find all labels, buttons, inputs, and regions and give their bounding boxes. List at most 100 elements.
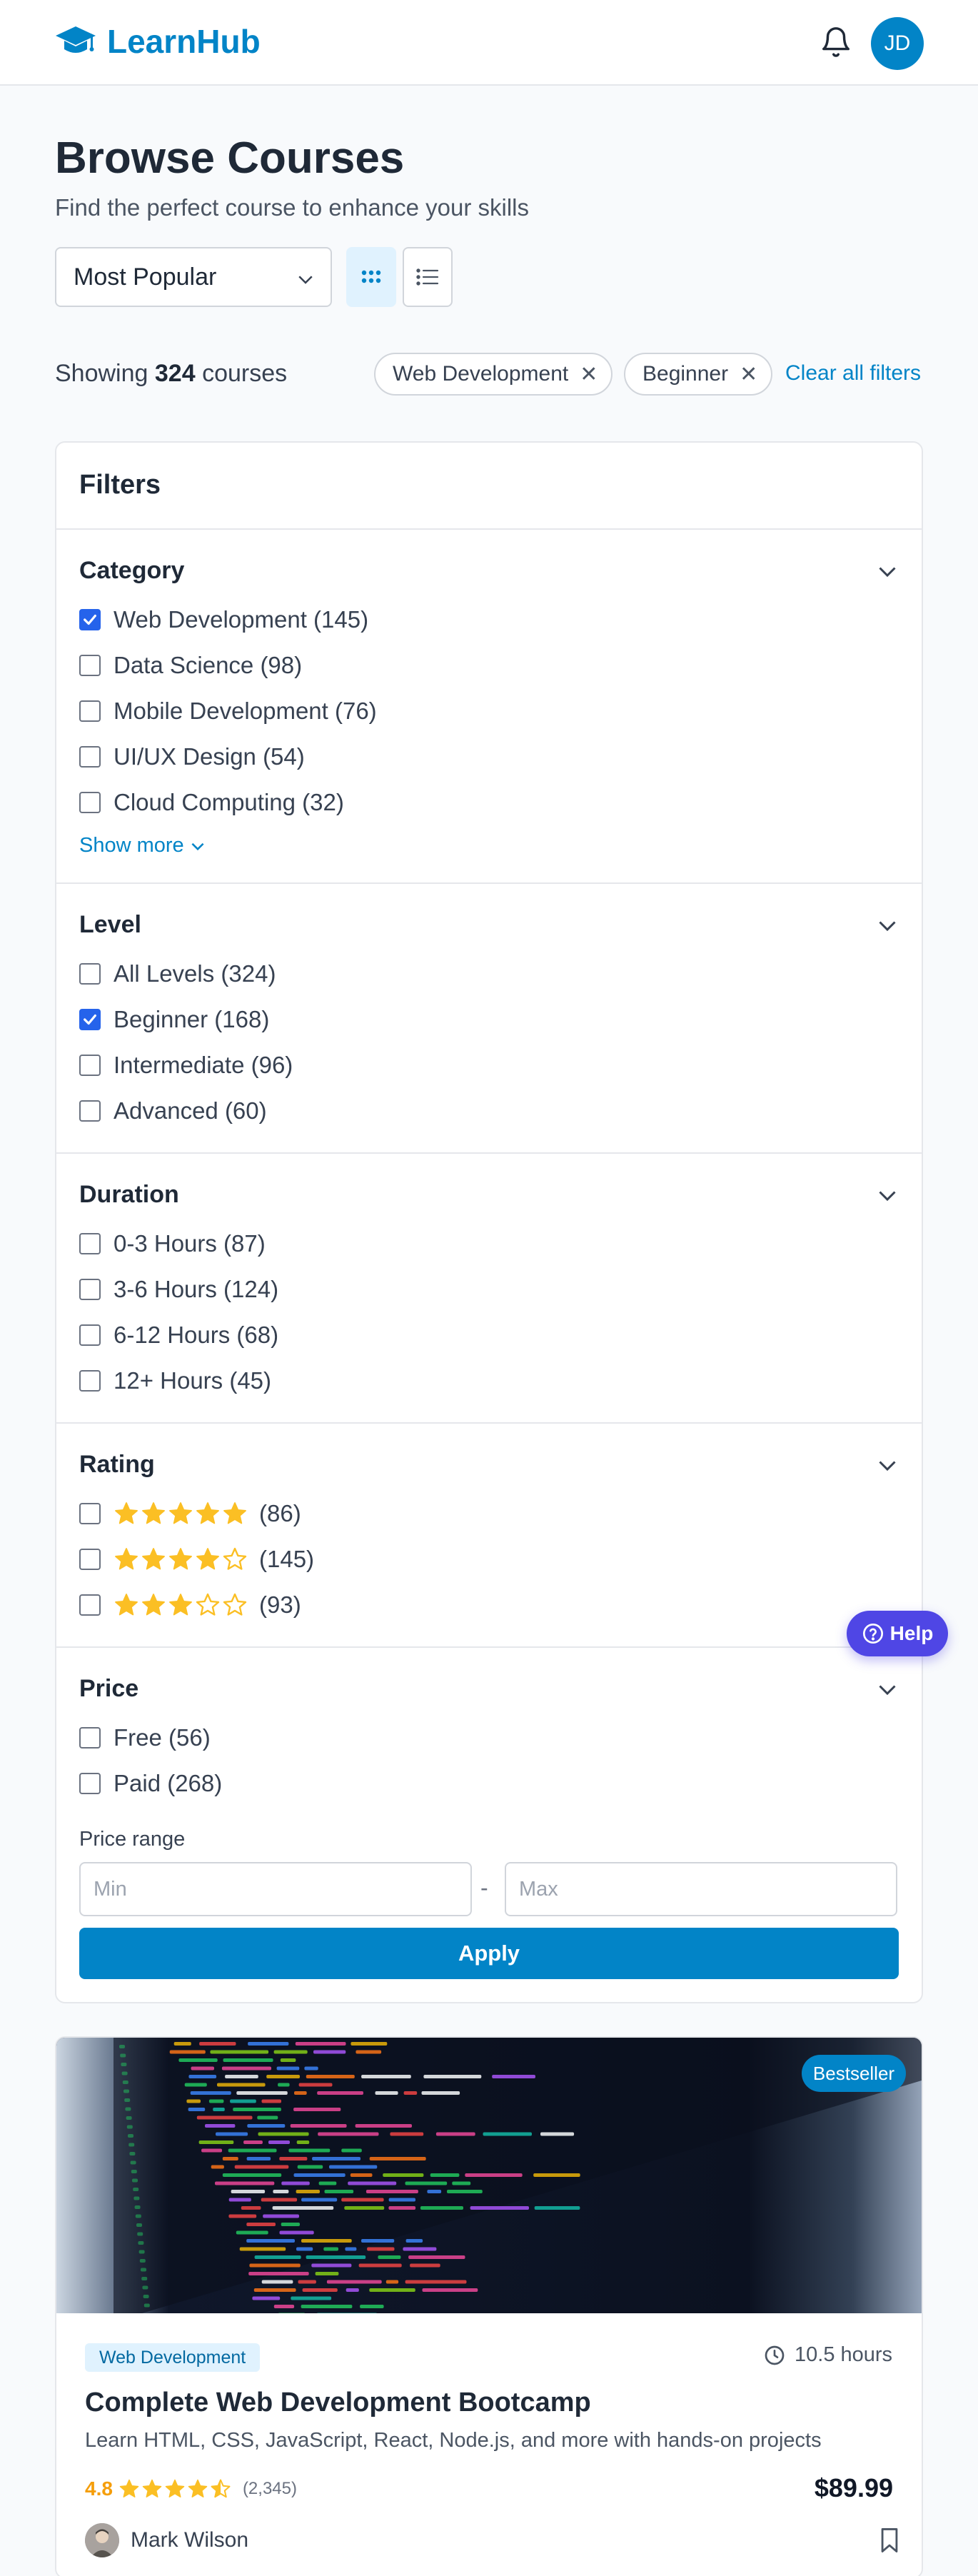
checkbox[interactable] (79, 1009, 101, 1030)
checkbox[interactable] (79, 1370, 101, 1392)
checkbox[interactable] (79, 1773, 101, 1794)
results-suffix: courses (202, 360, 288, 387)
chevron-down-icon[interactable] (874, 1452, 900, 1478)
checkbox[interactable] (79, 1055, 101, 1076)
star-empty-icon (223, 1547, 247, 1570)
close-icon[interactable]: ✕ (740, 362, 757, 387)
price-min-input[interactable] (79, 1862, 472, 1916)
course-category-tag: Web Development (85, 2343, 261, 2372)
course-duration: 10.5 hours (763, 2343, 892, 2367)
chip-label: Web Development (393, 362, 569, 386)
code-screen-image (56, 2038, 922, 2313)
chevron-down-icon[interactable] (874, 558, 900, 584)
star-filled-icon (169, 1548, 192, 1570)
option-label: Mobile Development (76) (114, 698, 377, 724)
rating-count: (2,345) (242, 2479, 297, 2498)
help-button[interactable]: Help (847, 1611, 948, 1656)
filter-option-beginner[interactable]: Beginner (168) (79, 1004, 269, 1035)
star-filled-icon (142, 1502, 165, 1524)
list-view-button[interactable] (403, 247, 453, 307)
filter-option-data-science[interactable]: Data Science (98) (79, 650, 302, 681)
checkbox[interactable] (79, 792, 101, 813)
grid-view-button[interactable] (346, 247, 396, 307)
checkbox[interactable] (79, 1549, 101, 1570)
star-filled-icon (169, 1594, 192, 1616)
checkbox[interactable] (79, 1503, 101, 1524)
filter-option-0-3-hours[interactable]: 0-3 Hours (87) (79, 1228, 266, 1259)
bookmark-icon[interactable] (877, 2526, 902, 2555)
filter-option-paid[interactable]: Paid (268) (79, 1768, 222, 1799)
option-label: Web Development (145) (114, 606, 369, 633)
filter-option-mobile-development[interactable]: Mobile Development (76) (79, 695, 377, 727)
course-thumbnail: Bestseller (56, 2038, 922, 2313)
top-navigation-bar: LearnHub JD (0, 0, 978, 86)
clear-all-filters-link[interactable]: Clear all filters (785, 361, 921, 386)
divider (56, 1422, 922, 1424)
close-icon[interactable]: ✕ (580, 362, 598, 387)
filters-panel: Filters Category Web Development (145) D… (55, 441, 923, 2003)
filter-option-ui-ux-design[interactable]: UI/UX Design (54) (79, 741, 305, 773)
filter-option-web-development[interactable]: Web Development (145) (79, 604, 368, 635)
checkbox[interactable] (79, 1100, 101, 1122)
checkbox[interactable] (79, 963, 101, 985)
clock-icon (765, 2345, 785, 2365)
range-separator: - (480, 1875, 488, 1901)
checkbox[interactable] (79, 1727, 101, 1749)
checkbox[interactable] (79, 655, 101, 676)
filter-option-12-plus-hours[interactable]: 12+ Hours (45) (79, 1365, 271, 1397)
option-count: (86) (259, 1500, 301, 1526)
price-max-input[interactable] (505, 1862, 897, 1916)
course-title[interactable]: Complete Web Development Bootcamp (85, 2388, 591, 2418)
sort-selected-value: Most Popular (74, 263, 217, 291)
course-description: Learn HTML, CSS, JavaScript, React, Node… (85, 2429, 822, 2452)
filter-option-advanced[interactable]: Advanced (60) (79, 1095, 267, 1127)
results-prefix: Showing (55, 360, 148, 387)
chevron-down-icon[interactable] (874, 912, 900, 938)
star-filled-icon (115, 1594, 138, 1616)
brand-logo[interactable]: LearnHub (54, 20, 261, 63)
filter-option-rating-3[interactable]: (93) (79, 1589, 301, 1621)
checkbox[interactable] (79, 746, 101, 768)
option-label: UI/UX Design (54) (114, 743, 305, 770)
user-avatar[interactable]: JD (871, 17, 924, 70)
notification-bell-icon[interactable] (820, 26, 852, 59)
checkbox[interactable] (79, 1594, 101, 1616)
star-filled-icon (142, 1594, 165, 1616)
star-filled-icon (142, 1548, 165, 1570)
filters-title: Filters (79, 470, 161, 500)
checkbox[interactable] (79, 700, 101, 722)
show-more-link[interactable]: Show more (79, 834, 207, 857)
checkbox[interactable] (79, 609, 101, 630)
instructor-name: Mark Wilson (131, 2528, 249, 2552)
duration-text: 10.5 hours (795, 2343, 893, 2366)
filter-option-6-12-hours[interactable]: 6-12 Hours (68) (79, 1319, 278, 1351)
level-section-title: Level (79, 911, 141, 938)
chevron-down-icon[interactable] (874, 1676, 900, 1702)
course-card[interactable]: Bestseller Web Development 10.5 hours Co… (55, 2036, 923, 2576)
results-number: 324 (154, 360, 196, 387)
star-filled-icon (115, 1548, 138, 1570)
filter-option-all-levels[interactable]: All Levels (324) (79, 958, 276, 990)
checkbox[interactable] (79, 1324, 101, 1346)
apply-button[interactable]: Apply (79, 1928, 899, 1979)
filter-option-rating-5[interactable]: (86) (79, 1498, 301, 1529)
filter-option-3-6-hours[interactable]: 3-6 Hours (124) (79, 1274, 278, 1305)
course-price: $89.99 (814, 2473, 893, 2502)
filter-option-rating-4[interactable]: (145) (79, 1544, 314, 1575)
help-label: Help (889, 1622, 934, 1644)
category-section-title: Category (79, 557, 185, 584)
checkbox[interactable] (79, 1233, 101, 1254)
page-title: Browse Courses (55, 134, 405, 183)
filter-option-intermediate[interactable]: Intermediate (96) (79, 1050, 293, 1081)
rating-value: 4.8 (85, 2477, 113, 2500)
star-empty-icon (223, 1593, 247, 1616)
option-label: Advanced (60) (114, 1097, 267, 1124)
checkbox[interactable] (79, 1279, 101, 1300)
course-instructor[interactable]: Mark Wilson (85, 2523, 248, 2557)
filter-option-cloud-computing[interactable]: Cloud Computing (32) (79, 787, 344, 818)
chevron-down-icon[interactable] (874, 1182, 900, 1208)
sort-select[interactable]: Most Popular (55, 247, 332, 307)
star-half-icon (211, 2479, 231, 2498)
filter-option-free[interactable]: Free (56) (79, 1722, 211, 1754)
show-more-label: Show more (79, 834, 184, 857)
